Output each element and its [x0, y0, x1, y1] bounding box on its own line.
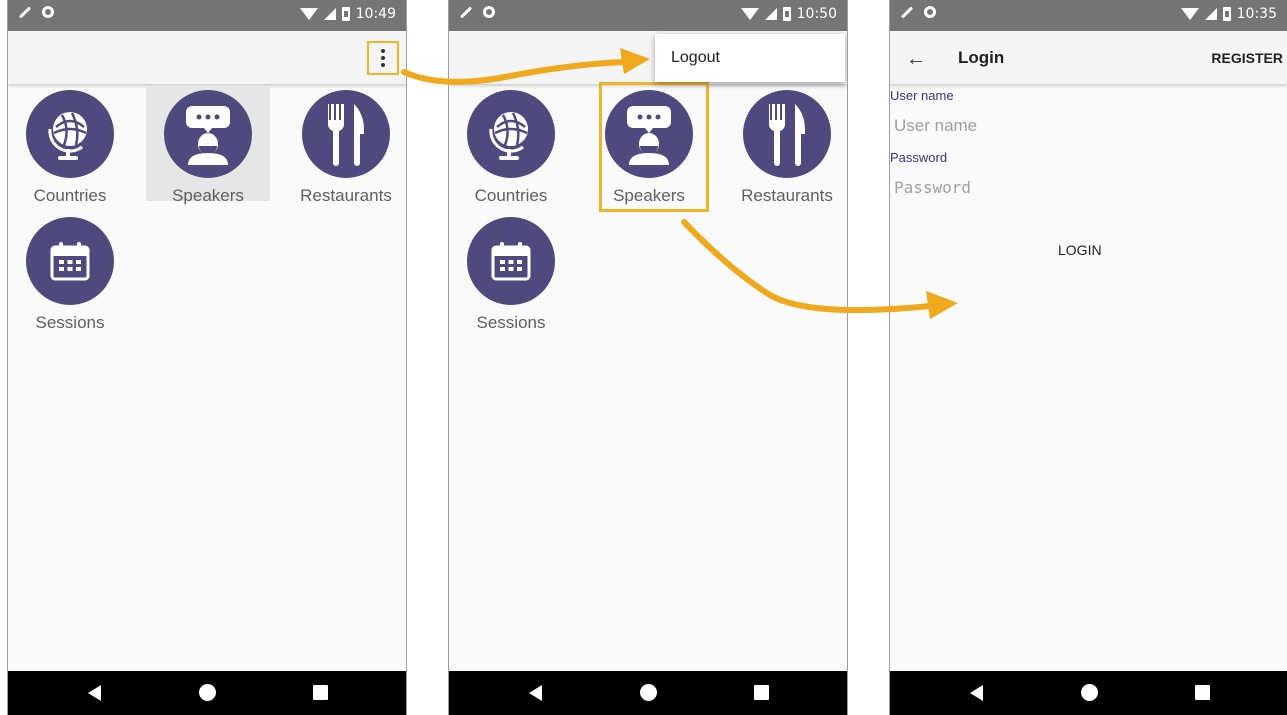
- status-time: 10:35: [1236, 6, 1277, 22]
- status-time: 10:50: [796, 6, 837, 22]
- battery-icon: [1222, 7, 1231, 21]
- login-app-bar: ← Login REGISTER: [890, 31, 1287, 84]
- grid-label-countries: Countries: [474, 186, 548, 205]
- username-field[interactable]: User name: [894, 116, 977, 136]
- calendar-icon: [50, 242, 90, 281]
- status-bar: 10:50: [449, 0, 847, 31]
- nav-recents-icon[interactable]: [313, 685, 328, 700]
- app-bar: [8, 31, 406, 84]
- overflow-menu-popup: Logout: [655, 34, 845, 82]
- pencil-icon: [900, 5, 914, 19]
- grid-label-speakers: Speakers: [172, 186, 244, 205]
- nav-back-icon[interactable]: [88, 685, 101, 701]
- grid-item-sessions[interactable]: Sessions: [449, 213, 573, 332]
- screenshot-stage: 10:49 Countries Speakers Restaurants Ses…: [0, 0, 1287, 715]
- grid-item-countries[interactable]: Countries: [8, 86, 132, 205]
- phone-screen-login: 10:35 ← Login REGISTER User name User na…: [889, 0, 1287, 715]
- grid-item-restaurants[interactable]: Restaurants: [725, 86, 847, 205]
- speaker-icon: [186, 106, 230, 165]
- nav-recents-icon[interactable]: [754, 685, 769, 700]
- status-time: 10:49: [355, 6, 396, 22]
- pencil-icon: [459, 5, 473, 19]
- grid-label-sessions: Sessions: [476, 313, 546, 332]
- nav-home-icon[interactable]: [199, 684, 216, 701]
- nav-back-icon[interactable]: [529, 685, 542, 701]
- phone-screen-home: 10:49 Countries Speakers Restaurants Ses…: [7, 0, 407, 715]
- battery-icon: [341, 7, 350, 21]
- grid-label-countries: Countries: [33, 186, 107, 205]
- battery-icon: [782, 7, 791, 21]
- system-nav-bar: [449, 671, 847, 715]
- signal-icon: [1204, 8, 1217, 20]
- grid-label-sessions: Sessions: [35, 313, 105, 332]
- menu-item-logout[interactable]: Logout: [671, 49, 720, 67]
- signal-icon: [323, 8, 336, 20]
- system-nav-bar: [8, 671, 406, 715]
- password-field[interactable]: Password: [894, 178, 971, 197]
- pencil-icon: [18, 5, 32, 19]
- globe-icon: [489, 112, 528, 160]
- sync-icon: [483, 6, 495, 18]
- sync-icon: [42, 6, 54, 18]
- calendar-icon: [491, 242, 531, 281]
- wifi-icon: [1180, 8, 1199, 20]
- speakers-highlight-box: [599, 82, 709, 212]
- page-title: Login: [958, 48, 1005, 67]
- nav-recents-icon[interactable]: [1195, 685, 1210, 700]
- grid-item-speakers[interactable]: Speakers: [146, 86, 270, 205]
- cutlery-icon: [768, 104, 805, 166]
- system-nav-bar: [890, 671, 1287, 715]
- login-button[interactable]: LOGIN: [1058, 242, 1102, 258]
- overflow-menu-icon[interactable]: [367, 41, 399, 75]
- grid-item-sessions[interactable]: Sessions: [8, 213, 132, 332]
- nav-back-icon[interactable]: [970, 685, 983, 701]
- nav-home-icon[interactable]: [640, 684, 657, 701]
- register-button[interactable]: REGISTER: [1211, 50, 1283, 66]
- wifi-icon: [299, 8, 318, 20]
- status-bar: 10:35: [890, 0, 1287, 31]
- grid-item-restaurants[interactable]: Restaurants: [284, 86, 406, 205]
- password-label: Password: [890, 150, 948, 165]
- globe-icon: [48, 112, 87, 160]
- nav-home-icon[interactable]: [1081, 684, 1098, 701]
- signal-icon: [764, 8, 777, 20]
- cutlery-icon: [327, 104, 364, 166]
- sync-icon: [924, 6, 936, 18]
- phone-screen-menu-open: 10:50 Countries Speakers Restaurants Ses…: [448, 0, 848, 715]
- back-arrow-icon[interactable]: ←: [906, 48, 926, 71]
- username-label: User name: [890, 88, 954, 103]
- grid-item-countries[interactable]: Countries: [449, 86, 573, 205]
- grid-label-restaurants: Restaurants: [300, 186, 392, 205]
- grid-label-restaurants: Restaurants: [741, 186, 833, 205]
- status-bar: 10:49: [8, 0, 406, 31]
- wifi-icon: [740, 8, 759, 20]
